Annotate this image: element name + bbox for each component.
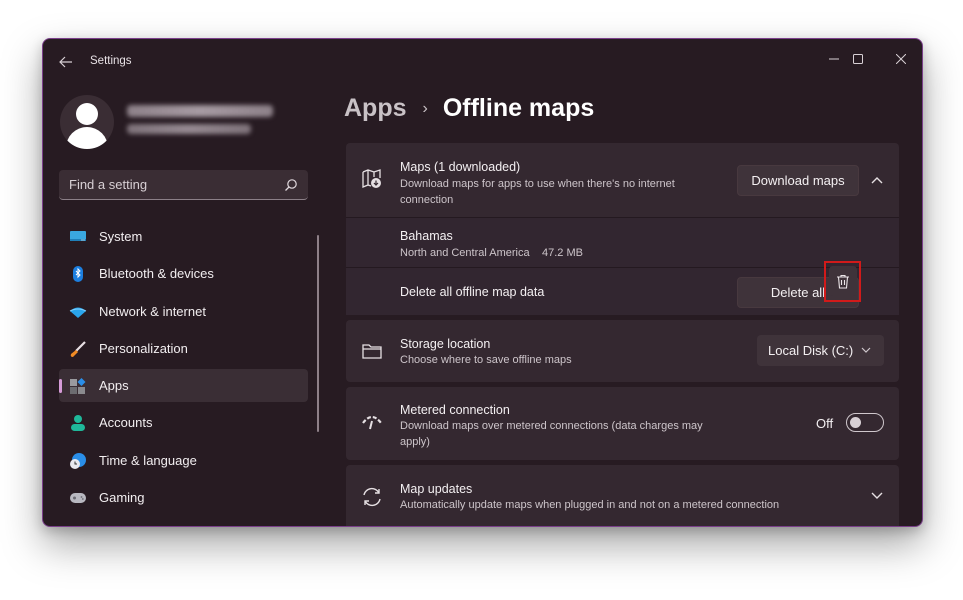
sidebar-item-label: Network & internet [99, 303, 206, 319]
folder-icon [362, 344, 382, 359]
metered-description: Download maps over metered connections (… [400, 420, 703, 448]
breadcrumb: Apps › Offline maps [344, 94, 594, 123]
map-updates-title: Map updates [400, 482, 473, 496]
sidebar-item-apps[interactable]: Apps [59, 369, 308, 403]
chevron-down-icon [871, 492, 883, 499]
app-title: Settings [90, 55, 132, 67]
map-region: North and Central America [400, 247, 530, 259]
metered-title: Metered connection [400, 403, 510, 417]
back-button[interactable] [55, 51, 77, 73]
avatar-body [66, 127, 108, 149]
metered-connection-toggle[interactable] [846, 413, 884, 432]
sidebar-item-network[interactable]: Network & internet [59, 295, 308, 328]
sidebar-item-label: Personalization [99, 340, 188, 356]
sidebar-item-label: Bluetooth & devices [99, 266, 214, 282]
metered-toggle-state: Off [816, 416, 834, 431]
maps-title: Maps (1 downloaded) [400, 160, 521, 174]
sidebar-item-accounts[interactable]: Accounts [59, 406, 308, 439]
profile-email-redacted [127, 124, 251, 134]
speedometer-icon [362, 415, 382, 430]
delete-all-row: Delete all offline map data Delete all [346, 267, 899, 315]
close-button[interactable] [881, 45, 921, 73]
arrow-left-icon [59, 56, 72, 68]
map-download-icon [362, 169, 381, 188]
settings-window: Settings System Bluetooth & devices [42, 38, 923, 527]
page-title: Offline maps [442, 94, 595, 122]
map-size: 47.2 MB [542, 247, 583, 259]
map-updates-description: Automatically update maps when plugged i… [400, 499, 780, 511]
sidebar-item-label: Gaming [99, 490, 145, 506]
metered-card: Metered connection Download maps over me… [346, 387, 899, 460]
search-icon[interactable] [284, 178, 298, 192]
map-updates-card: Map updates Automatically update maps wh… [346, 465, 899, 526]
monitor-icon [70, 231, 86, 241]
clock-globe-icon [70, 452, 86, 469]
collapse-maps-button[interactable] [867, 170, 887, 190]
breadcrumb-separator: › [422, 99, 428, 117]
close-icon [896, 54, 906, 64]
downloaded-map-row: Bahamas North and Central America 47.2 M… [346, 217, 899, 267]
sync-icon [363, 487, 381, 507]
gamepad-icon [70, 493, 86, 504]
avatar-head [76, 103, 98, 125]
maps-description: Download maps for apps to use when there… [400, 178, 675, 206]
breadcrumb-parent-link[interactable]: Apps [344, 94, 407, 123]
storage-title: Storage location [400, 337, 491, 351]
chevron-down-icon [861, 347, 871, 353]
sidebar-item-time-language[interactable]: Time & language [59, 444, 308, 477]
sidebar-item-system[interactable]: System [59, 220, 308, 253]
delete-all-label: Delete all offline map data [400, 285, 545, 299]
highlight-box [824, 261, 861, 302]
avatar[interactable] [60, 95, 114, 149]
maps-header-row: Maps (1 downloaded) Download maps for ap… [346, 143, 899, 217]
storage-selected-value: Local Disk (C:) [768, 343, 854, 358]
profile-name-redacted [127, 105, 273, 117]
sidebar-item-bluetooth[interactable]: Bluetooth & devices [59, 257, 308, 290]
sidebar-scrollbar[interactable] [317, 235, 319, 432]
sidebar-item-gaming[interactable]: Gaming [59, 481, 308, 514]
wifi-icon [69, 307, 87, 318]
expand-map-updates-button[interactable] [867, 486, 887, 506]
title-bar: Settings [43, 39, 922, 85]
chevron-up-icon [871, 177, 883, 184]
storage-card: Storage location Choose where to save of… [346, 320, 899, 382]
search-box [59, 170, 308, 200]
maps-card: Maps (1 downloaded) Download maps for ap… [346, 143, 899, 315]
maximize-icon [853, 54, 863, 64]
apps-icon [70, 378, 86, 395]
sidebar-item-label: Accounts [99, 415, 153, 431]
sidebar-item-label: Apps [99, 378, 129, 394]
toggle-knob [850, 417, 861, 428]
sidebar-item-label: Time & language [99, 452, 197, 468]
storage-location-dropdown[interactable]: Local Disk (C:) [757, 335, 884, 366]
bluetooth-icon [73, 266, 83, 283]
active-indicator [59, 379, 62, 394]
sidebar-item-personalization[interactable]: Personalization [59, 332, 308, 365]
download-maps-button[interactable]: Download maps [737, 165, 859, 196]
paintbrush-icon [70, 341, 86, 357]
sidebar-nav: System Bluetooth & devices Network & int… [59, 220, 308, 518]
storage-description: Choose where to save offline maps [400, 354, 572, 366]
search-input[interactable] [69, 177, 269, 192]
sidebar-item-label: System [99, 229, 143, 244]
map-name: Bahamas [400, 229, 453, 243]
maximize-button[interactable] [838, 45, 878, 73]
person-icon [71, 415, 85, 432]
